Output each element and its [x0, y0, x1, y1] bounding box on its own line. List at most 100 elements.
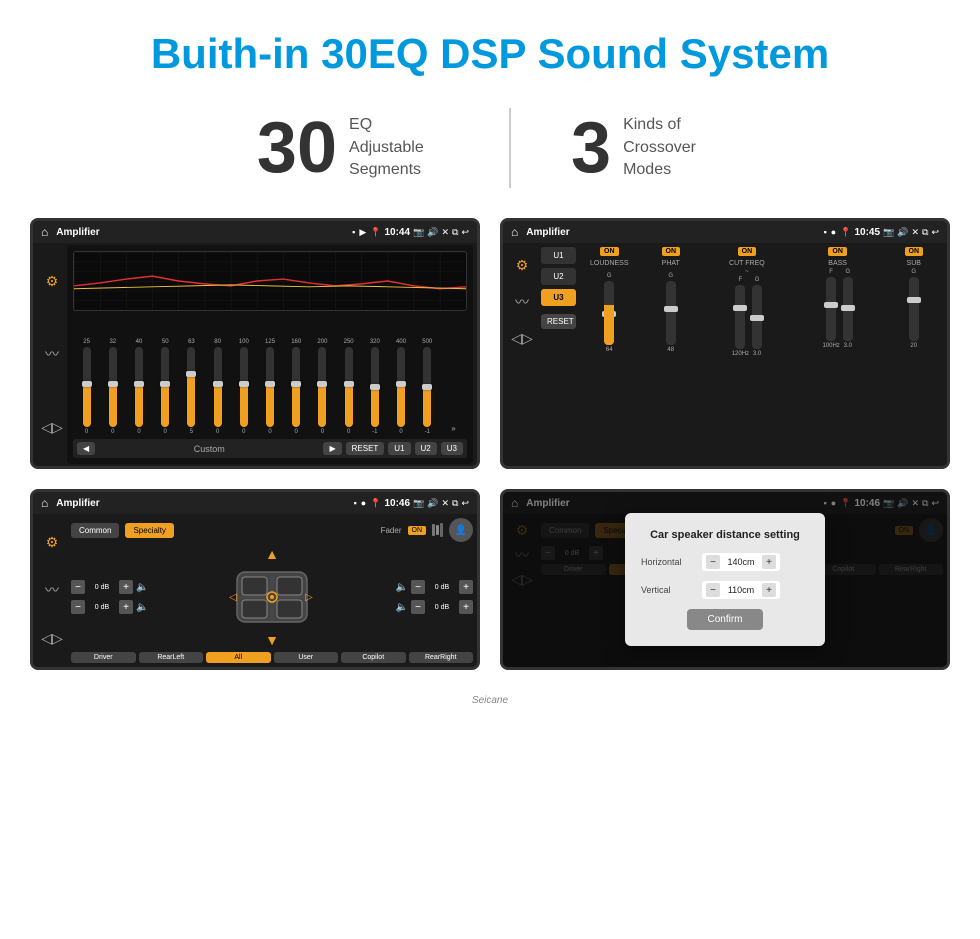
home-icon-1[interactable]: ⌂	[41, 225, 48, 239]
fader-toggle[interactable]: ON	[408, 526, 427, 535]
down-arrow[interactable]: ▼	[265, 632, 279, 648]
horizontal-plus[interactable]: +	[762, 555, 776, 569]
preset-u3[interactable]: U3	[541, 289, 576, 306]
app-title-3: Amplifier	[56, 498, 349, 509]
window-icon-3[interactable]: ⧉	[452, 498, 458, 509]
crossover-vol-icon[interactable]: ◁▷	[511, 330, 533, 347]
cutfreq-sliders: F 120Hz G 3.0	[732, 277, 762, 357]
back-icon-3[interactable]: ↩	[461, 498, 469, 509]
speaker-eq-icon[interactable]: ⚙	[46, 534, 59, 551]
next-button[interactable]: ▶	[323, 442, 341, 455]
slider-col-1: 25 0	[75, 339, 98, 435]
home-icon-3[interactable]: ⌂	[41, 496, 48, 510]
vol-lt-plus[interactable]: +	[119, 580, 133, 594]
sidebar-wave-icon[interactable]: 〰	[45, 344, 59, 364]
u2-button[interactable]: U2	[415, 442, 437, 455]
close-icon-2[interactable]: ✕	[911, 227, 919, 238]
vol-rb-minus[interactable]: −	[411, 600, 425, 614]
screen-eq: ⌂ Amplifier ▪ ▶ 📍 10:44 📷 🔊 ✕ ⧉ ↩ ⚙ 〰 ◁▷	[30, 218, 480, 469]
crossover-content: ⚙ 〰 ◁▷ U1 U2 U3 RESET ON LOUDNESS	[503, 243, 947, 361]
bass-sliders: F 100Hz G 3.0	[822, 269, 852, 349]
vol-rb-plus[interactable]: +	[459, 600, 473, 614]
back-icon-1[interactable]: ↩	[461, 227, 469, 238]
stat-eq: 30 EQ Adjustable Segments	[197, 112, 509, 184]
u3-button[interactable]: U3	[441, 442, 463, 455]
stat-crossover-label: Kinds of Crossover Modes	[623, 114, 723, 181]
vertical-plus[interactable]: +	[762, 583, 776, 597]
stats-row: 30 EQ Adjustable Segments 3 Kinds of Cro…	[0, 98, 980, 218]
rearleft-btn[interactable]: RearLeft	[139, 652, 204, 663]
user-btn[interactable]: User	[274, 652, 339, 663]
crossover-reset-btn[interactable]: RESET	[541, 314, 576, 329]
speaker-rb-icon: 🔈	[396, 602, 408, 613]
all-btn[interactable]: All	[206, 652, 271, 663]
fader-label: Fader	[381, 526, 402, 535]
svg-text:◁: ◁	[229, 592, 237, 603]
horizontal-row: Horizontal − 140cm +	[641, 553, 809, 571]
vol-rt-value: 0 dB	[428, 584, 456, 591]
sub-sliders: G 20	[909, 269, 919, 349]
copilot-btn[interactable]: Copilot	[341, 652, 406, 663]
sub-toggle[interactable]: ON	[905, 247, 924, 256]
page-title: Buith-in 30EQ DSP Sound System	[0, 0, 980, 98]
driver-btn[interactable]: Driver	[71, 652, 136, 663]
eq-bottom-bar: ◀ Custom ▶ RESET U1 U2 U3	[73, 439, 467, 458]
band-cutfreq: ON CUT FREQ ~ F 120Hz G	[703, 247, 791, 357]
vol-lb-plus[interactable]: +	[119, 600, 133, 614]
window-icon-2[interactable]: ⧉	[922, 227, 928, 238]
bass-toggle[interactable]: ON	[828, 247, 847, 256]
phat-toggle[interactable]: ON	[662, 247, 681, 256]
phat-sliders: G 48	[666, 269, 676, 357]
vol-lt-minus[interactable]: −	[71, 580, 85, 594]
slider-col-2: 32 0	[101, 339, 124, 435]
vertical-minus[interactable]: −	[706, 583, 720, 597]
crossover-wave-icon[interactable]: 〰	[515, 292, 529, 312]
prev-button[interactable]: ◀	[77, 442, 95, 455]
speaker-btn-row: Driver RearLeft All User Copilot RearRig…	[71, 652, 473, 663]
vol-lb-minus[interactable]: −	[71, 600, 85, 614]
eq-main-1: 25 0 32 0	[67, 245, 473, 464]
status-icons-2: 📍 10:45 📷 🔊 ✕ ⧉ ↩	[840, 227, 939, 238]
slider-col-13: 400 0	[389, 339, 412, 435]
sidebar-eq-icon[interactable]: ⚙	[46, 273, 59, 290]
up-arrow[interactable]: ▲	[265, 546, 279, 562]
crossover-sidebar: ⚙ 〰 ◁▷	[507, 247, 537, 357]
preset-u1[interactable]: U1	[541, 247, 576, 264]
profile-icon[interactable]: 👤	[449, 518, 473, 542]
vol-rt-plus[interactable]: +	[459, 580, 473, 594]
band-phat: ON PHAT G 48	[642, 247, 701, 357]
speaker-rt-icon: 🔈	[396, 582, 408, 593]
band-sub: ON SUB G 20	[885, 247, 944, 357]
crossover-eq-icon[interactable]: ⚙	[516, 257, 529, 274]
rearright-btn[interactable]: RearRight	[409, 652, 474, 663]
play-icon-1[interactable]: ▶	[359, 227, 366, 238]
loudness-sliders: G 64	[604, 269, 614, 357]
reset-button[interactable]: RESET	[346, 442, 385, 455]
vol-rt-minus[interactable]: −	[411, 580, 425, 594]
horizontal-minus[interactable]: −	[706, 555, 720, 569]
distance-dialog: Car speaker distance setting Horizontal …	[625, 513, 825, 646]
sliders-area: 25 0 32 0	[73, 315, 467, 435]
preset-u2[interactable]: U2	[541, 268, 576, 285]
back-icon-2[interactable]: ↩	[931, 227, 939, 238]
confirm-button[interactable]: Confirm	[687, 609, 762, 630]
screen-speaker: ⌂ Amplifier ▪ ● 📍 10:46 📷 🔊 ✕ ⧉ ↩ ⚙ 〰 ◁▷	[30, 489, 480, 670]
common-tab[interactable]: Common	[71, 523, 119, 538]
sidebar-vol-icon[interactable]: ◁▷	[41, 419, 63, 436]
app-title-2: Amplifier	[526, 227, 819, 238]
speaker-lb-icon: 🔈	[136, 602, 148, 613]
cutfreq-toggle[interactable]: ON	[738, 247, 757, 256]
speaker-wave-icon[interactable]: 〰	[45, 580, 59, 600]
speaker-top-row: Common Specialty Fader ON 👤	[71, 518, 473, 542]
speaker-main: Common Specialty Fader ON 👤	[71, 518, 473, 663]
u1-button[interactable]: U1	[388, 442, 410, 455]
specialty-tab[interactable]: Specialty	[125, 523, 173, 538]
speaker-vol-icon[interactable]: ◁▷	[41, 630, 63, 647]
close-icon-3[interactable]: ✕	[441, 498, 449, 509]
window-icon-1[interactable]: ⧉	[452, 227, 458, 238]
vol-rb-value: 0 dB	[428, 604, 456, 611]
loudness-toggle[interactable]: ON	[600, 247, 619, 256]
close-icon-1[interactable]: ✕	[441, 227, 449, 238]
bass-name: BASS	[828, 260, 847, 267]
home-icon-2[interactable]: ⌂	[511, 225, 518, 239]
